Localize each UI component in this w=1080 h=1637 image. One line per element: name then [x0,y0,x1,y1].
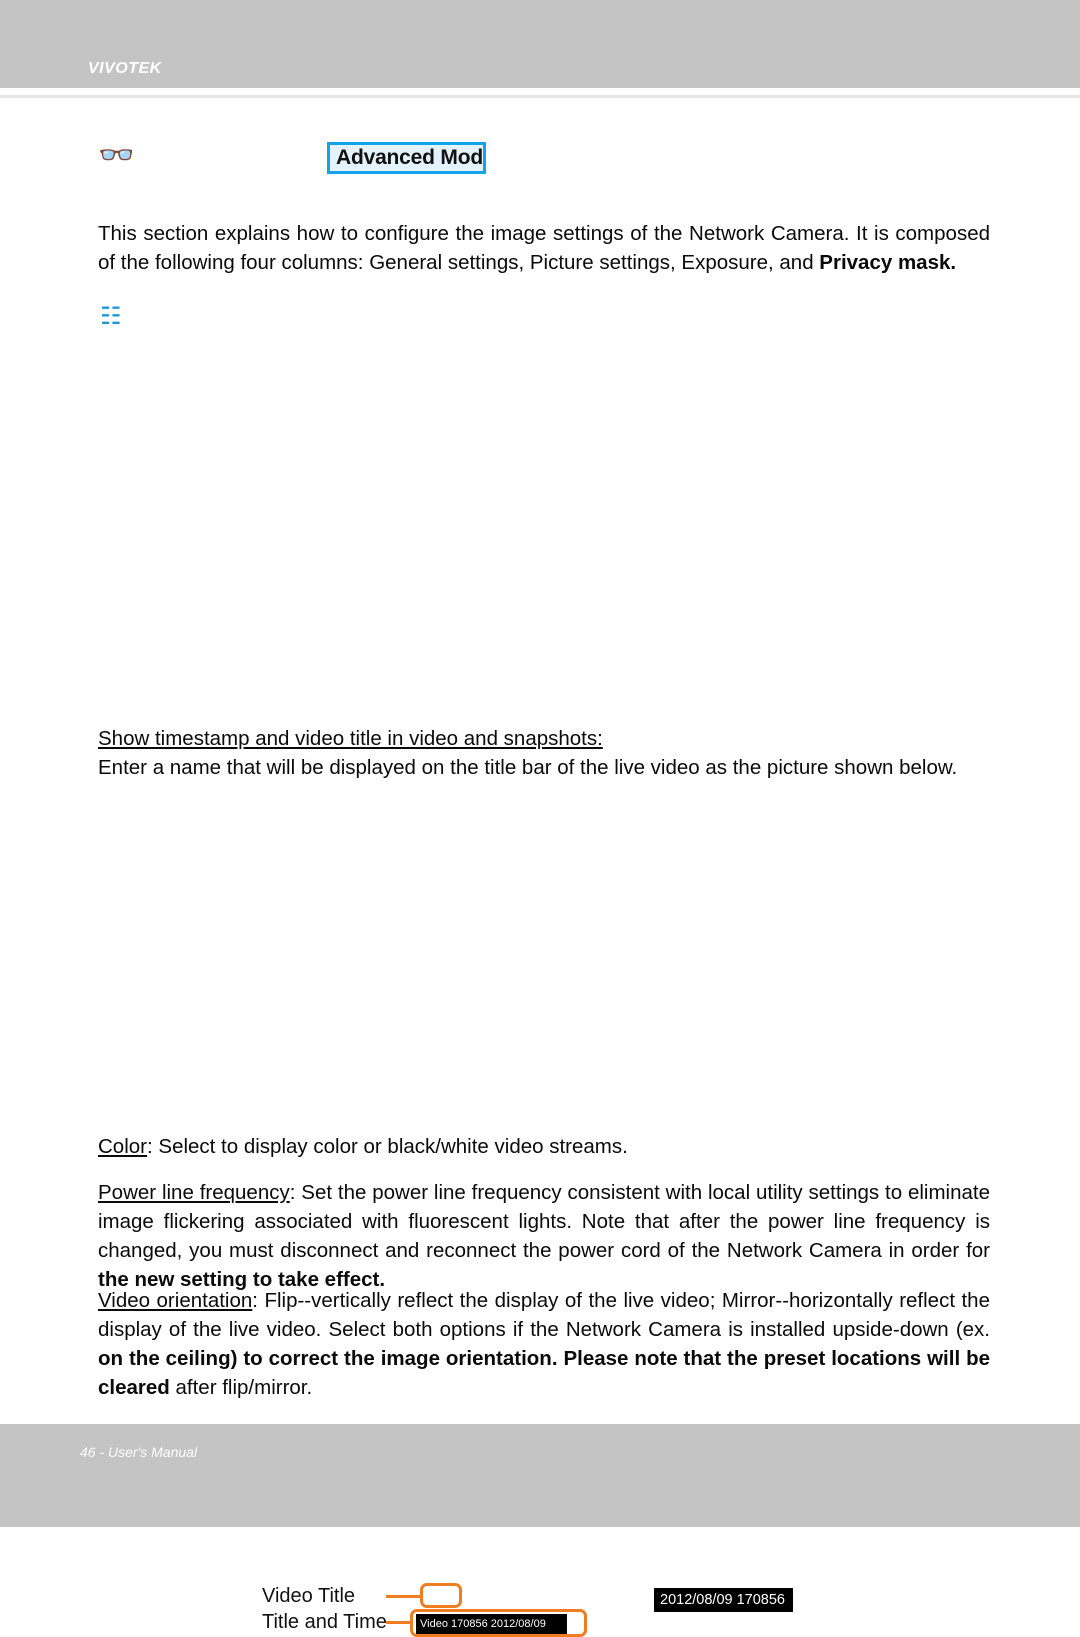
binoculars-icon: 👓 [98,141,132,171]
video-orientation-tail: after flip/mirror. [175,1375,313,1399]
page-footer-bar [0,1424,1080,1527]
show-timestamp-heading: Show timestamp and video title in video … [98,724,990,753]
intro-bold-text: Privacy mask. [819,250,957,274]
footer-page-label: 46 - User's Manual [80,1444,198,1460]
advanced-mode-badge[interactable]: Advanced Mode [327,142,486,174]
header-divider [0,95,1080,98]
video-orientation-term: Video orientation [98,1288,253,1312]
advanced-mode-label: Advanced Mode [336,146,486,169]
diagram-callout-video-title [420,1583,462,1608]
enter-name-description: Enter a name that will be displayed on t… [98,756,958,779]
blue-marker-icon: ☷ [100,303,120,329]
diagram-leader-line-2 [386,1621,410,1624]
osd-timestamp-sample: 2012/08/09 170856 [654,1588,793,1612]
osd-diagram: Video Title Title and Time Video 170856 … [0,790,1080,1637]
color-setting-paragraph: Color: Select to display color or black/… [98,1132,990,1161]
color-body: : Select to display color or black/white… [147,1134,628,1158]
intro-paragraph: This section explains how to configure t… [98,219,990,277]
diagram-callout-title-and-time: Video 170856 2012/08/09 [410,1609,587,1637]
diagram-label-title-and-time: Title and Time [262,1611,387,1633]
diagram-label-video-title: Video Title [262,1585,356,1607]
brand-logo: VIVOTEK [88,60,162,77]
power-line-frequency-term: Power line frequency [98,1180,290,1204]
osd-title-and-time-text: Video 170856 2012/08/09 [416,1614,567,1634]
video-orientation-paragraph: Video orientation: Flip--vertically refl… [98,1286,990,1402]
page-header-bar [0,0,1080,88]
color-term: Color [98,1134,147,1158]
power-line-frequency-paragraph: Power line frequency: Set the power line… [98,1178,990,1294]
show-timestamp-heading-text: Show timestamp and video title in video … [98,727,603,750]
